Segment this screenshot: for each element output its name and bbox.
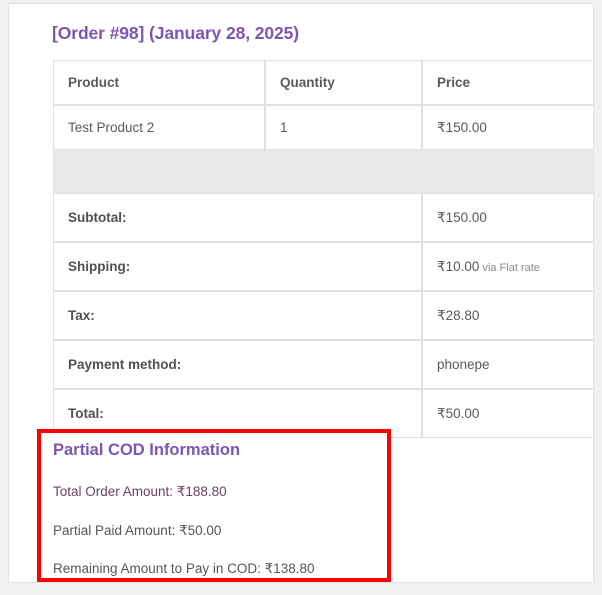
summary-label-payment-method: Payment method:	[53, 340, 422, 389]
summary-shipping-method-note: via Flat rate	[479, 261, 540, 274]
summary-row-subtotal: Subtotal: ₹150.00	[53, 193, 593, 242]
partial-cod-total-order-amount: Total Order Amount: ₹188.80	[53, 484, 227, 499]
shipping-method-text: via Flat rate	[482, 261, 540, 274]
column-header-price: Price	[422, 60, 593, 105]
summary-row-tax: Tax: ₹28.80	[53, 291, 593, 340]
summary-value-subtotal: ₹150.00	[422, 193, 593, 242]
summary-label-subtotal: Subtotal:	[53, 193, 422, 242]
partial-cod-information-box: Partial COD Information Total Order Amou…	[37, 429, 391, 582]
summary-row-shipping: Shipping: ₹10.00 via Flat rate	[53, 242, 593, 291]
summary-value-payment-method: phonepe	[422, 340, 593, 389]
summary-label-tax: Tax:	[53, 291, 422, 340]
order-summary-rows: Subtotal: ₹150.00 Shipping: ₹10.00 via F…	[53, 193, 593, 438]
table-section-divider	[53, 150, 593, 193]
order-items-table-body: Test Product 2 1 ₹150.00	[53, 105, 593, 150]
summary-value-total: ₹50.00	[422, 389, 593, 438]
summary-shipping-amount: ₹10.00	[437, 258, 480, 274]
order-items-table-head: Product Quantity Price	[53, 60, 593, 105]
table-header-row: Product Quantity Price	[53, 60, 593, 105]
order-details-panel: [Order #98] (January 28, 2025) Product Q…	[8, 3, 594, 583]
partial-cod-partial-paid-amount: Partial Paid Amount: ₹50.00	[53, 523, 222, 538]
partial-cod-heading: Partial COD Information	[53, 441, 241, 459]
table-row: Test Product 2 1 ₹150.00	[53, 105, 593, 150]
summary-row-payment-method: Payment method: phonepe	[53, 340, 593, 389]
column-header-product: Product	[53, 60, 265, 105]
divider-cell	[53, 150, 593, 193]
cell-product-price: ₹150.00	[422, 105, 593, 150]
column-header-quantity: Quantity	[265, 60, 422, 105]
order-items-table: Product Quantity Price Test Product 2 1 …	[53, 60, 593, 438]
cell-product-name: Test Product 2	[53, 105, 265, 150]
summary-value-shipping: ₹10.00 via Flat rate	[422, 242, 593, 291]
order-title: [Order #98] (January 28, 2025)	[52, 23, 299, 43]
cell-product-quantity: 1	[265, 105, 422, 150]
summary-label-shipping: Shipping:	[53, 242, 422, 291]
summary-value-tax: ₹28.80	[422, 291, 593, 340]
partial-cod-remaining-amount: Remaining Amount to Pay in COD: ₹138.80	[53, 561, 315, 576]
